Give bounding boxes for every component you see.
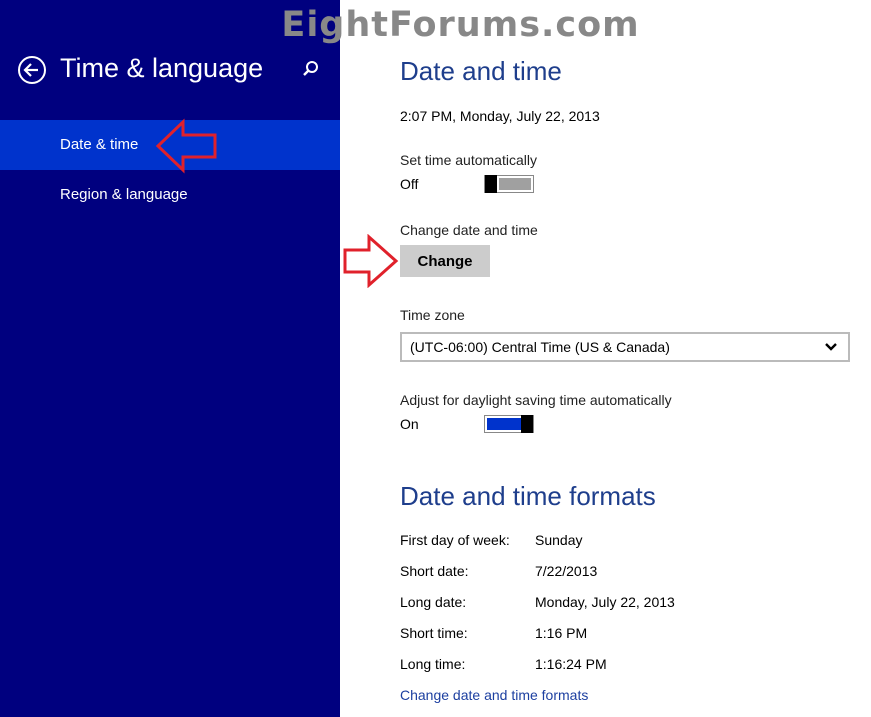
- format-value: 7/22/2013: [535, 563, 598, 579]
- set-time-auto-label: Set time automatically: [400, 152, 537, 168]
- dst-label: Adjust for daylight saving time automati…: [400, 392, 672, 408]
- section-title-date-time: Date and time: [400, 56, 562, 86]
- set-time-auto-toggle[interactable]: [484, 175, 534, 193]
- sidebar-title: Time & language: [60, 53, 264, 83]
- back-button[interactable]: [18, 56, 46, 84]
- format-value: Sunday: [535, 532, 583, 548]
- sidebar-item-region-language[interactable]: Region & language: [0, 170, 340, 220]
- format-value: Monday, July 22, 2013: [535, 594, 675, 610]
- time-zone-select[interactable]: (UTC-06:00) Central Time (US & Canada): [400, 332, 850, 362]
- format-value: 1:16:24 PM: [535, 656, 607, 672]
- search-button[interactable]: [300, 58, 322, 82]
- dst-state: On: [400, 416, 419, 432]
- toggle-track: [499, 178, 531, 190]
- time-zone-label: Time zone: [400, 307, 465, 323]
- back-arrow-icon: [23, 63, 38, 77]
- annotation-arrow-icon: [155, 118, 217, 174]
- sidebar: Time & language Date & time Region & lan…: [0, 0, 340, 717]
- chevron-down-icon: [825, 343, 837, 351]
- format-label: First day of week:: [400, 532, 510, 548]
- toggle-track: [487, 418, 521, 430]
- watermark: EightForums.com: [281, 5, 640, 45]
- change-formats-link[interactable]: Change date and time formats: [400, 687, 588, 703]
- format-label: Long time:: [400, 656, 466, 672]
- current-datetime: 2:07 PM, Monday, July 22, 2013: [400, 108, 600, 124]
- sidebar-item-label: Date & time: [60, 136, 139, 153]
- format-label: Long date:: [400, 594, 467, 610]
- time-zone-value: (UTC-06:00) Central Time (US & Canada): [410, 339, 670, 355]
- section-title-formats: Date and time formats: [400, 481, 656, 511]
- format-label: Short time:: [400, 625, 468, 641]
- sidebar-item-label: Region & language: [60, 186, 188, 203]
- format-label: Short date:: [400, 563, 469, 579]
- format-value: 1:16 PM: [535, 625, 588, 641]
- toggle-thumb: [485, 175, 497, 193]
- change-datetime-label: Change date and time: [400, 222, 538, 238]
- dst-toggle[interactable]: [484, 415, 534, 433]
- set-time-auto-state: Off: [400, 176, 419, 192]
- annotation-arrow-icon: [343, 234, 399, 288]
- toggle-thumb: [521, 415, 533, 433]
- search-icon: [303, 61, 318, 76]
- change-button[interactable]: Change: [400, 245, 490, 277]
